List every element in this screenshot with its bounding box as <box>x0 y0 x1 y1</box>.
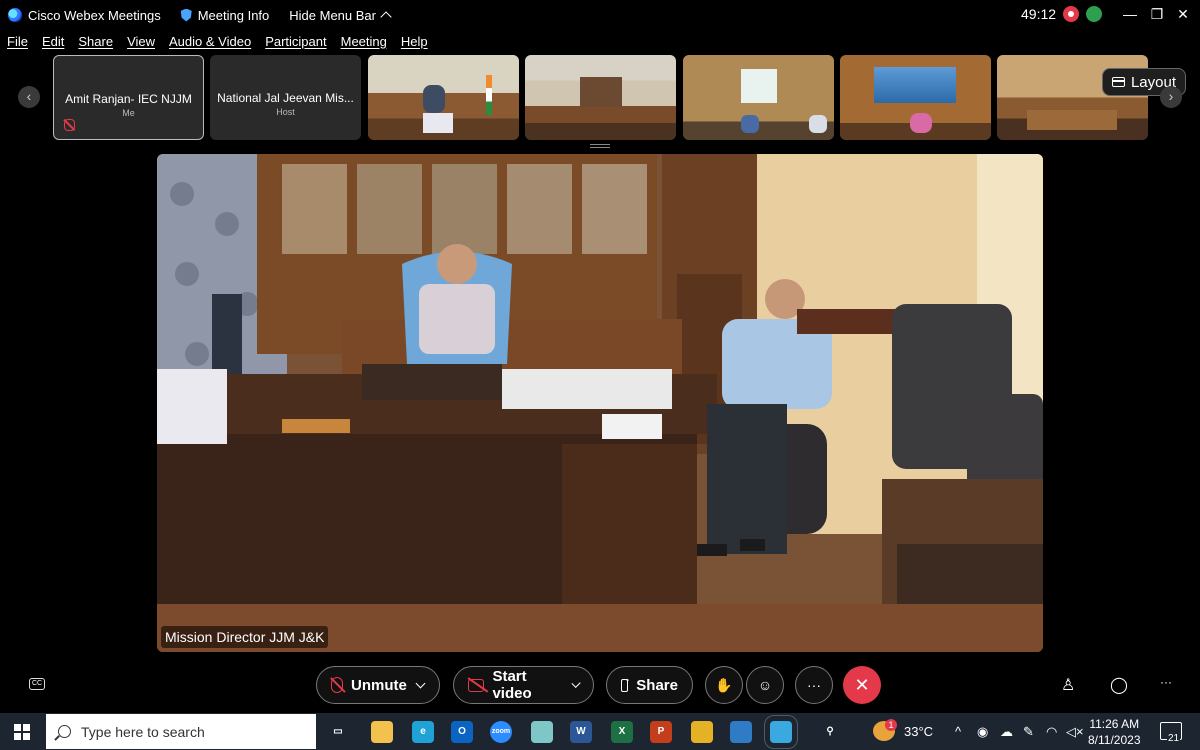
reactions-button[interactable]: ☺ <box>746 666 784 704</box>
shield-icon <box>180 8 192 22</box>
participant-name: National Jal Jeevan Mis... <box>217 91 354 105</box>
closed-captions-icon[interactable]: CC <box>29 678 45 690</box>
photos-icon[interactable] <box>730 721 752 743</box>
meeting-info-button[interactable]: Meeting Info <box>180 7 270 23</box>
menu-edit[interactable]: Edit <box>42 34 64 49</box>
search-icon <box>58 725 71 738</box>
participant-name: Amit Ranjan- IEC NJJM <box>65 92 192 106</box>
overflow-menu-icon[interactable]: ··· <box>1160 675 1172 689</box>
weather-badge: 1 <box>885 719 897 731</box>
clock-date: 8/11/2023 <box>1088 733 1141 747</box>
participant-role: Me <box>122 108 135 118</box>
share-label: Share <box>636 676 678 694</box>
chevron-down-icon[interactable] <box>571 678 581 688</box>
taskbar-search[interactable]: Type here to search <box>46 714 316 749</box>
menu-audio-video[interactable]: Audio & Video <box>169 34 251 49</box>
participant-tile-host[interactable]: National Jal Jeevan Mis... Host <box>210 55 361 140</box>
filmstrip-prev-button[interactable]: ‹ <box>18 86 40 108</box>
participants-icon[interactable]: ♙ <box>1061 675 1075 695</box>
notification-count: 21 <box>1167 733 1181 744</box>
app-title: Cisco Webex Meetings <box>0 8 161 23</box>
active-speaker-video: Mission Director JJM J&K <box>157 154 1043 652</box>
file-explorer-icon[interactable] <box>371 721 393 743</box>
mic-muted-icon <box>64 119 75 131</box>
word-icon[interactable]: W <box>570 721 592 743</box>
search-placeholder: Type here to search <box>81 723 205 740</box>
system-clock[interactable]: 11:26 AM 8/11/2023 <box>1088 716 1141 748</box>
share-button[interactable]: Share <box>606 666 693 704</box>
camera-off-icon <box>468 678 485 692</box>
zoom-icon[interactable]: zoom <box>490 721 512 743</box>
hide-menu-bar-button[interactable]: Hide Menu Bar <box>289 7 392 23</box>
speaker-name-label: Mission Director JJM J&K <box>161 626 329 648</box>
menu-help[interactable]: Help <box>401 34 428 49</box>
menu-file[interactable]: File <box>7 34 28 49</box>
participant-video-tile[interactable] <box>683 55 834 140</box>
pen-icon[interactable]: ✎ <box>1023 724 1034 740</box>
menu-view[interactable]: View <box>127 34 155 49</box>
webex-icon[interactable] <box>764 715 798 749</box>
title-bar: Cisco Webex Meetings Meeting Info Hide M… <box>0 0 1200 30</box>
app-name: Cisco Webex Meetings <box>28 7 161 23</box>
outlook-icon[interactable]: O <box>451 721 473 743</box>
participant-video-tile[interactable] <box>525 55 676 140</box>
raise-hand-button[interactable]: ✋ <box>705 666 743 704</box>
tray-chevron-icon[interactable]: ^ <box>955 724 961 739</box>
notepad-icon[interactable] <box>531 721 553 743</box>
participant-filmstrip: ‹ Amit Ranjan- IEC NJJM Me National Jal … <box>0 54 1200 142</box>
menu-bar: File Edit Share View Audio & Video Parti… <box>0 30 1200 52</box>
unmute-button[interactable]: Unmute <box>316 666 440 704</box>
network-health-icon[interactable] <box>1086 6 1102 22</box>
hide-menu-bar-label: Hide Menu Bar <box>289 7 376 23</box>
share-screen-icon <box>621 676 631 692</box>
recording-icon[interactable] <box>1063 6 1079 22</box>
unmute-label: Unmute <box>351 676 407 694</box>
filmstrip-next-button[interactable]: › <box>1160 86 1182 108</box>
minimize-button[interactable]: — <box>1120 6 1140 22</box>
start-button[interactable] <box>14 724 30 740</box>
video-frame <box>157 154 1043 652</box>
onedrive-icon[interactable]: ☁ <box>1000 724 1013 740</box>
chat-icon[interactable]: ◯ <box>1110 675 1128 695</box>
excel-icon[interactable]: X <box>611 721 633 743</box>
volume-muted-icon[interactable]: ◁× <box>1066 724 1084 740</box>
edge-icon[interactable]: e <box>412 721 434 743</box>
windows-taskbar: Type here to search ▭ e Ozoom W X P ⚲ 1 33°C ^… <box>0 713 1200 750</box>
powerpoint-icon[interactable]: P <box>650 721 672 743</box>
clock-time: 11:26 AM <box>1089 717 1140 731</box>
chevron-up-icon <box>380 11 392 23</box>
mic-off-icon <box>331 677 343 693</box>
task-view-icon[interactable]: ▭ <box>327 721 349 743</box>
tray-target-icon[interactable]: ◉ <box>977 724 988 740</box>
temperature[interactable]: 33°C <box>904 724 933 739</box>
participant-video-tile[interactable] <box>840 55 991 140</box>
people-icon[interactable]: ⚲ <box>819 721 841 743</box>
restore-button[interactable]: ❐ <box>1147 6 1167 23</box>
participant-video-tile[interactable] <box>368 55 519 140</box>
close-window-button[interactable]: ✕ <box>1173 6 1193 23</box>
menu-share[interactable]: Share <box>78 34 113 49</box>
chrome-icon[interactable] <box>691 721 713 743</box>
chevron-down-icon[interactable] <box>415 678 426 688</box>
participant-tile-me[interactable]: Amit Ranjan- IEC NJJM Me <box>53 55 204 140</box>
leave-meeting-button[interactable]: ✕ <box>843 666 881 704</box>
meeting-timer: 49:12 <box>1021 6 1057 22</box>
menu-participant[interactable]: Participant <box>265 34 326 49</box>
resize-grip[interactable] <box>590 144 610 148</box>
menu-meeting[interactable]: Meeting <box>341 34 387 49</box>
meeting-controls: CC Unmute Start video Share ✋ ☺ ··· ✕ ♙ … <box>0 663 1200 707</box>
wifi-icon[interactable]: ◠ <box>1046 724 1057 740</box>
start-video-button[interactable]: Start video <box>453 666 594 704</box>
more-options-button[interactable]: ··· <box>795 666 833 704</box>
layout-icon <box>1111 77 1125 87</box>
start-video-label: Start video <box>492 668 532 702</box>
webex-logo-icon <box>8 8 22 22</box>
meeting-info-label: Meeting Info <box>197 7 270 23</box>
participant-role: Host <box>276 107 295 117</box>
